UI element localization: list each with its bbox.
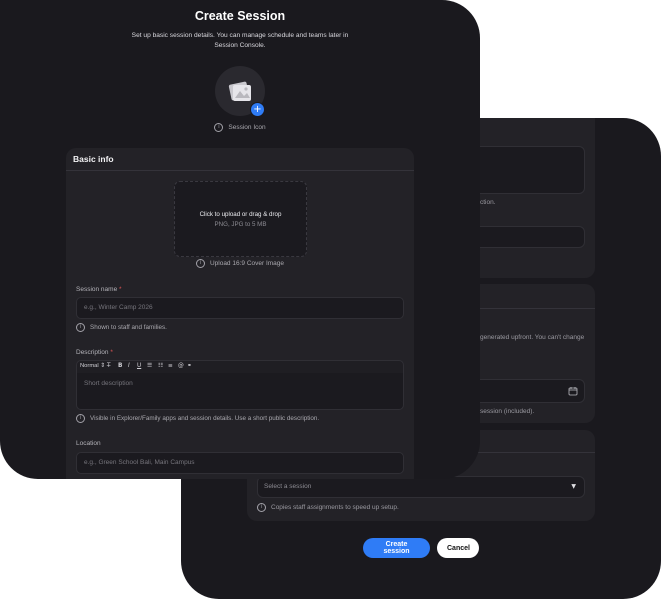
session-icon-caption: i Session Icon: [0, 123, 480, 132]
back-help-ction: ction.: [480, 199, 496, 206]
location-input[interactable]: e.g., Green School Bali, Main Campus: [76, 452, 404, 474]
align-icon[interactable]: ≡: [168, 363, 173, 369]
image-placeholder-icon: [228, 81, 251, 101]
clear-format-icon[interactable]: T̶: [107, 363, 111, 369]
underline-icon[interactable]: U: [137, 363, 141, 369]
description-toolbar: Normal ⇕ T̶ B I U ☰ ☷ ≡ @ ⚭: [76, 360, 404, 374]
basic-info-card: Basic info Click to upload or drag & dro…: [66, 148, 414, 479]
copy-staff-help: i Copies staff assignments to speed up se…: [257, 503, 399, 512]
cover-image-dropzone[interactable]: Click to upload or drag & drop PNG, JPG …: [174, 181, 307, 257]
session-name-placeholder: e.g., Winter Camp 2026: [84, 304, 153, 311]
description-label: Description *: [76, 349, 113, 356]
basic-info-divider: [66, 170, 414, 171]
link-icon[interactable]: ⚭: [187, 363, 192, 369]
calendar-icon[interactable]: [568, 386, 578, 396]
description-help: i Visible in Explorer/Family apps and ses…: [76, 414, 319, 423]
upload-primary-text: Click to upload or drag & drop: [199, 211, 282, 218]
info-icon: i: [257, 503, 266, 512]
upload-secondary-text: PNG, JPG to 5 MB: [214, 221, 267, 228]
session-name-help: i Shown to staff and families.: [76, 323, 167, 332]
bullet-list-icon[interactable]: ☰: [147, 363, 152, 369]
info-icon: i: [195, 259, 205, 268]
location-label: Location: [76, 440, 101, 447]
dropdown-arrow-icon: ▼: [571, 483, 576, 490]
attachment-icon[interactable]: @: [178, 363, 184, 369]
basic-info-title: Basic info: [73, 154, 114, 164]
copy-session-select[interactable]: Select a session ▼: [257, 476, 585, 498]
session-name-input[interactable]: e.g., Winter Camp 2026: [76, 297, 404, 319]
add-icon-button[interactable]: +: [250, 102, 265, 117]
back-help-generated: generated upfront. You can't change: [480, 334, 585, 341]
session-name-label: Session name *: [76, 286, 122, 293]
italic-icon[interactable]: I: [128, 363, 130, 369]
create-session-modal: Create Session Set up basic session deta…: [0, 0, 480, 479]
modal-title: Create Session: [194, 9, 286, 23]
description-editor[interactable]: Short description: [76, 373, 404, 410]
info-icon: i: [76, 414, 85, 423]
info-icon: i: [76, 323, 85, 332]
info-icon: i: [214, 123, 224, 132]
cancel-button[interactable]: Cancel: [437, 538, 479, 558]
description-placeholder: Short description: [84, 380, 133, 387]
location-placeholder: e.g., Green School Bali, Main Campus: [84, 459, 195, 466]
create-session-button[interactable]: Create session: [363, 538, 430, 558]
numbered-list-icon[interactable]: ☷: [158, 363, 163, 369]
modal-subtitle: Set up basic session details. You can ma…: [131, 32, 349, 49]
back-help-included: session (included).: [480, 408, 535, 415]
select-placeholder: Select a session: [264, 483, 312, 490]
text-style-select[interactable]: Normal ⇕: [80, 363, 105, 369]
bold-icon[interactable]: B: [118, 363, 122, 369]
cover-image-caption: i Upload 16:9 Cover Image: [66, 259, 414, 268]
